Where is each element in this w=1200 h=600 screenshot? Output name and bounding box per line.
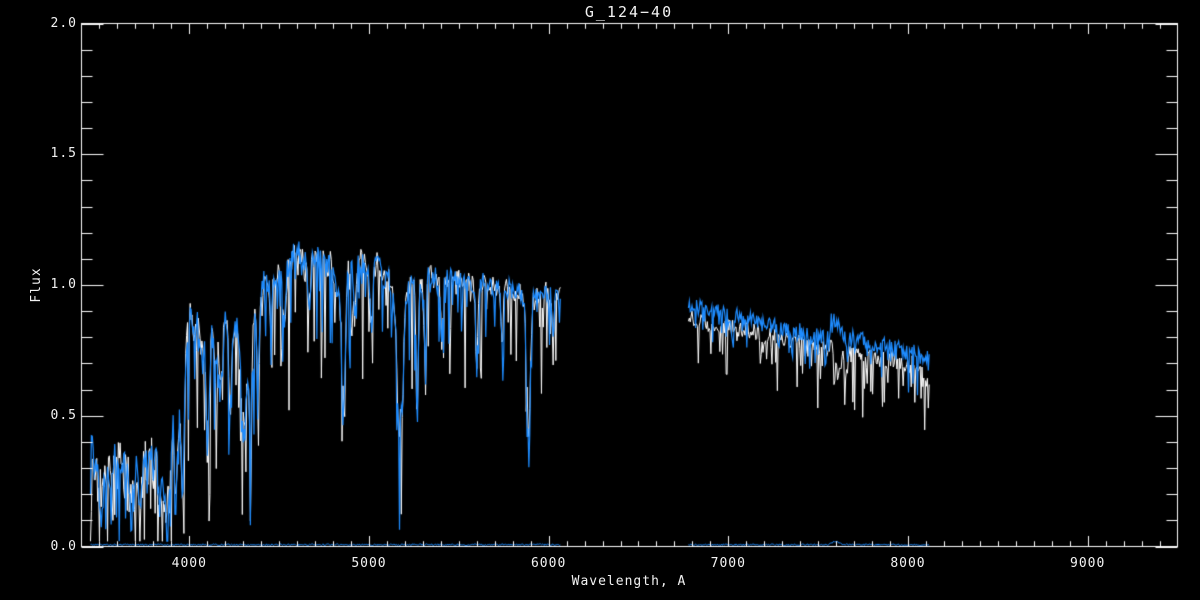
y-tick-label: 1.5 [50,146,77,162]
x-tick-label: 8000 [890,556,926,571]
x-tick-label: 6000 [530,556,567,571]
x-tick-label: 9000 [1070,556,1106,571]
plot-title: G_124−40 [584,3,674,21]
x-tick-label: 5000 [351,556,387,571]
spectrum-canvas [0,0,1200,600]
y-tick-label: 1.0 [50,277,77,292]
x-tick-label: 7000 [710,556,746,571]
y-tick-label: 2.0 [50,15,77,31]
plot-window: G_124−40 Flux Wavelength, A 2.0 1.5 1.0 0.5… [0,0,1200,600]
y-tick-label: 0.0 [50,538,77,554]
x-axis-label: Wavelength, A [571,574,687,589]
x-tick-label: 4000 [171,556,207,571]
y-tick-label: 0.5 [50,407,77,423]
